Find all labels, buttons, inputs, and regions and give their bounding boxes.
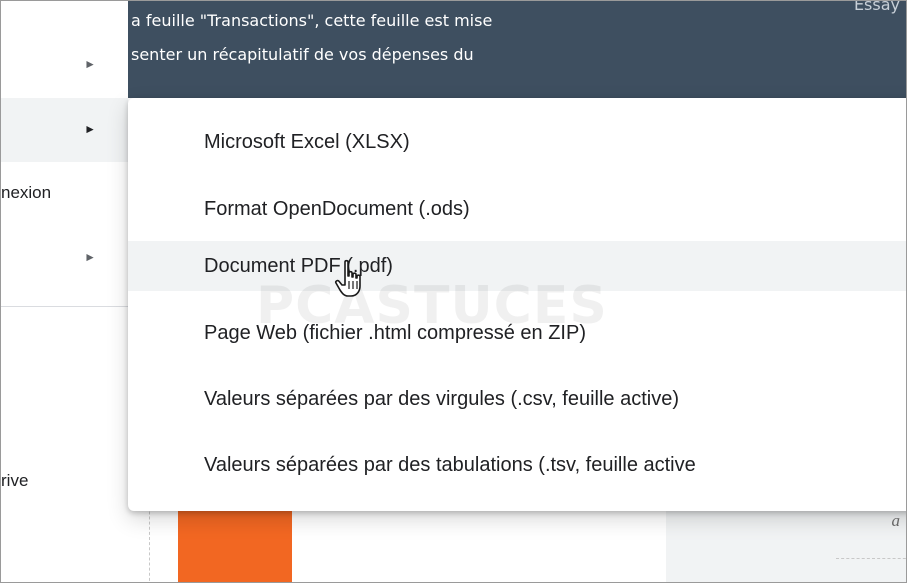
parent-menu-item-1[interactable]: ► — [1, 33, 128, 97]
menu-item-csv[interactable]: Valeurs séparées par des virgules (.csv,… — [128, 374, 906, 424]
menu-item-label: Valeurs séparées par des virgules (.csv,… — [204, 388, 680, 410]
parent-menu-item-drive[interactable]: rive — [1, 449, 128, 513]
parent-menu-item-download[interactable]: ► — [1, 98, 128, 162]
menu-item-tsv[interactable]: Valeurs séparées par des tabulations (.t… — [128, 440, 906, 490]
submenu-arrow-icon: ► — [84, 250, 96, 264]
menu-item-label: Valeurs séparées par des tabulations (.t… — [204, 454, 696, 476]
parent-menu-item-4[interactable]: ► — [1, 226, 128, 290]
menu-divider — [1, 306, 128, 307]
menu-item-xlsx[interactable]: Microsoft Excel (XLSX) — [128, 117, 906, 167]
submenu-arrow-icon: ► — [84, 57, 96, 71]
menu-item-ods[interactable]: Format OpenDocument (.ods) — [128, 184, 906, 234]
dotted-guide-horizontal — [836, 558, 906, 559]
submenu-arrow-icon: ► — [84, 122, 96, 136]
parent-menu: ► ► nexion ► rive — [1, 1, 128, 582]
menu-item-label: Format OpenDocument (.ods) — [204, 198, 470, 220]
hand-pointer-icon — [334, 259, 361, 297]
banner-text-line-1: a feuille "Transactions", cette feuille … — [131, 11, 493, 30]
screenshot-frame: a feuille "Transactions", cette feuille … — [0, 0, 907, 583]
parent-menu-item-label: nexion — [1, 183, 52, 202]
side-panel-text: a — [891, 511, 901, 530]
parent-menu-item-label: rive — [1, 471, 29, 490]
watermark-logo: PCASTUCES — [256, 276, 608, 336]
banner-text-line-2: senter un récapitulatif de vos dépenses … — [131, 45, 474, 64]
orange-chart-block — [178, 511, 292, 582]
menu-item-label: Microsoft Excel (XLSX) — [204, 131, 410, 153]
description-banner: a feuille "Transactions", cette feuille … — [1, 1, 906, 98]
banner-corner-text: Essay — [853, 0, 900, 14]
parent-menu-item-connexion[interactable]: nexion — [1, 162, 128, 226]
